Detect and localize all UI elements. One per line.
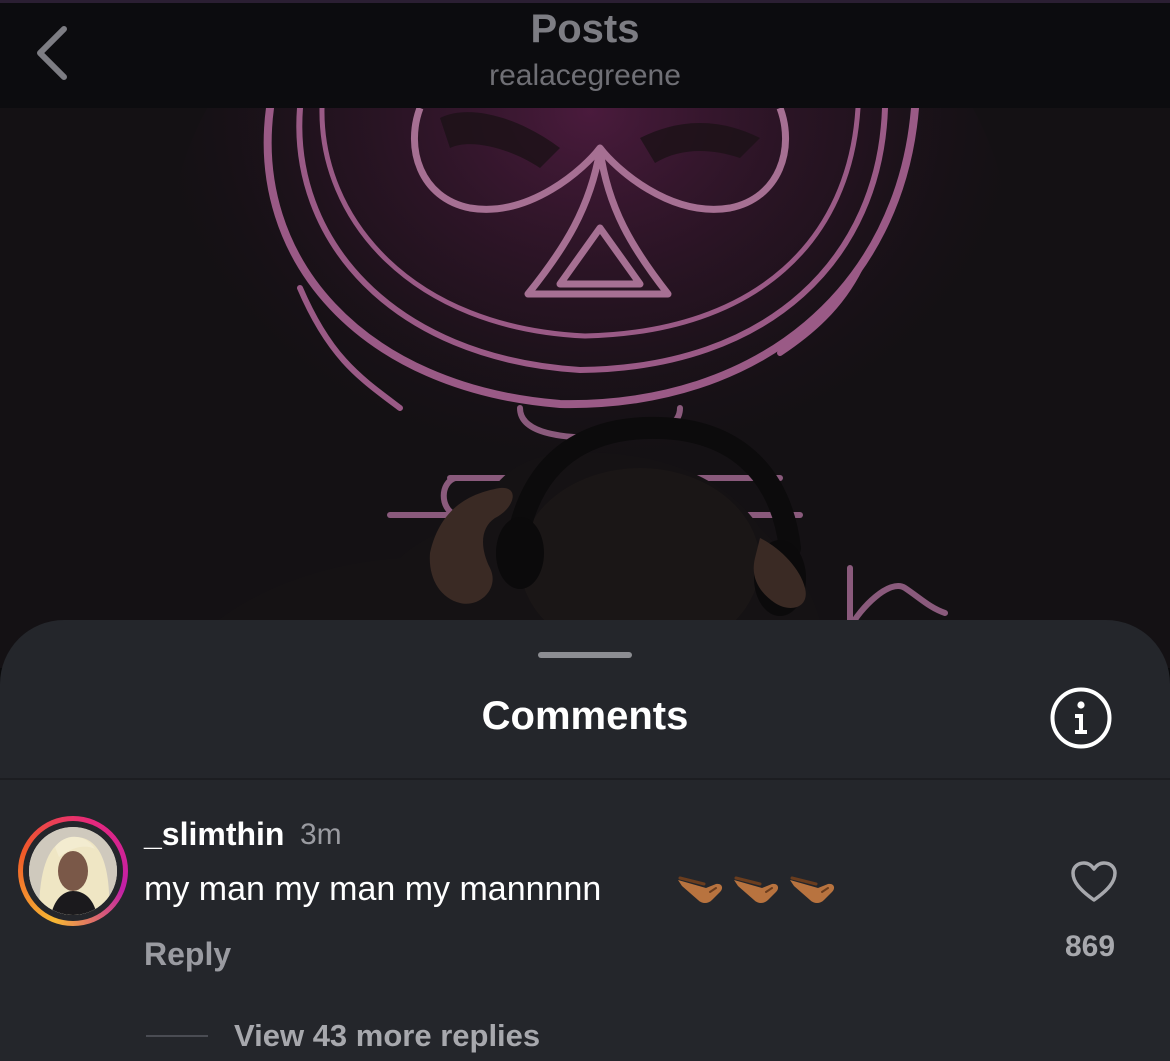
avatar-image <box>29 827 117 915</box>
view-more-replies-button[interactable]: View 43 more replies <box>234 1018 540 1054</box>
info-button[interactable] <box>1049 686 1113 750</box>
pinching-hand-emoji <box>678 876 723 903</box>
pinching-hand-emoji <box>734 876 779 903</box>
commenter-avatar[interactable] <box>18 816 128 926</box>
sheet-divider <box>0 778 1170 780</box>
info-icon <box>1050 687 1112 749</box>
like-button[interactable] <box>1070 860 1118 904</box>
comment-text: my man my man my mannnnn <box>144 870 602 908</box>
reply-button[interactable]: Reply <box>144 936 231 973</box>
comments-sheet: Comments _slimthin 3m my man my man my m… <box>0 620 1170 1061</box>
account-username[interactable]: realacegreene <box>0 59 1170 93</box>
heart-icon <box>1071 861 1117 902</box>
comment-timestamp: 3m <box>300 818 342 851</box>
post-image[interactable] <box>0 108 1170 668</box>
replies-divider-line <box>146 1035 208 1037</box>
pinching-hand-emoji <box>790 876 835 903</box>
app-screen: Posts realacegreene Comments _slimthin 3… <box>0 0 1170 1061</box>
comments-title: Comments <box>481 694 689 738</box>
top-nav-bar: Posts realacegreene <box>0 0 1170 108</box>
like-count: 869 <box>1064 930 1116 963</box>
sheet-grabber[interactable] <box>538 652 632 658</box>
comment-username[interactable]: _slimthin <box>144 816 284 853</box>
post-artwork <box>0 108 1170 668</box>
comment-emojis <box>676 870 838 914</box>
page-title: Posts <box>530 7 640 51</box>
